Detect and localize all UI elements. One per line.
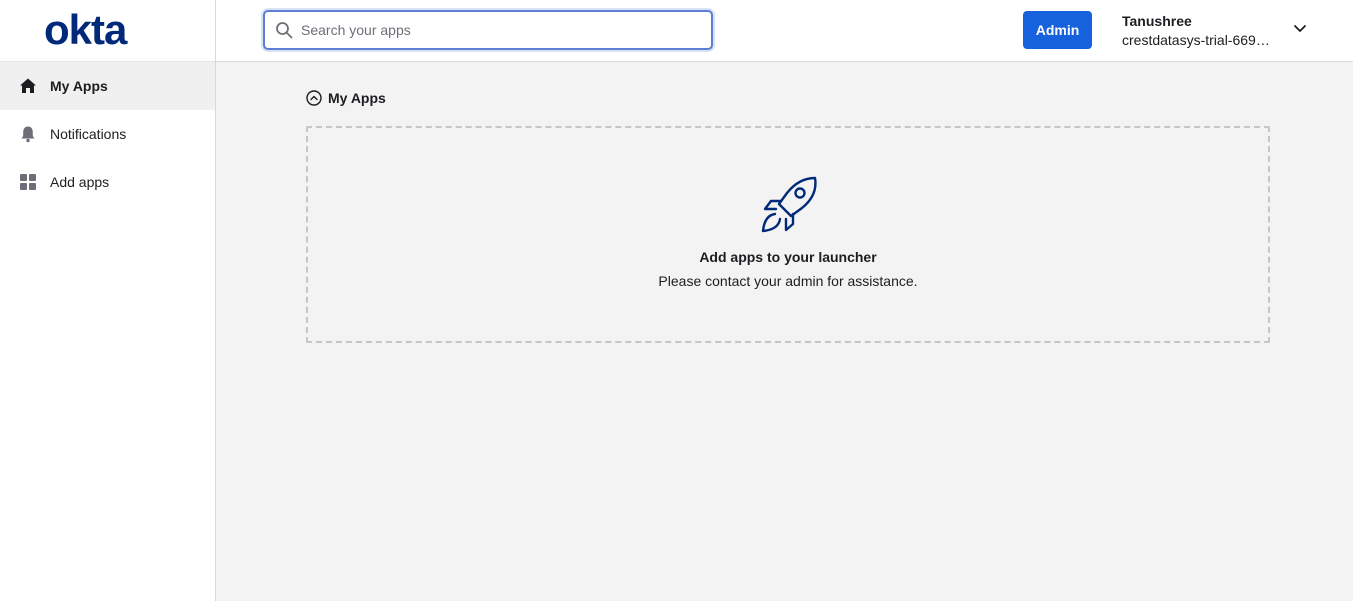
search-input[interactable]: [301, 22, 701, 38]
sidebar-item-label: Add apps: [50, 174, 110, 190]
logo-area: okta: [0, 0, 215, 62]
user-name: Tanushree: [1122, 13, 1192, 29]
chevron-down-icon[interactable]: [1292, 20, 1308, 36]
rocket-icon: [761, 176, 817, 233]
sidebar-item-label: Notifications: [50, 126, 127, 142]
chevron-up-circle-icon: [306, 90, 322, 106]
sidebar-item-my-apps[interactable]: My Apps: [0, 62, 215, 110]
sidebar-item-add-apps[interactable]: Add apps: [0, 158, 215, 206]
admin-button[interactable]: Admin: [1023, 11, 1092, 49]
top-header: Admin Tanushree crestdatasys-trial-669…: [216, 0, 1353, 62]
grid-icon: [19, 173, 37, 191]
sidebar-nav: My Apps Notifications Add apps: [0, 62, 215, 206]
search-icon: [276, 22, 293, 39]
sidebar-item-label: My Apps: [50, 78, 108, 94]
user-org: crestdatasys-trial-669…: [1122, 32, 1270, 48]
empty-state-subtitle: Please contact your admin for assistance…: [658, 273, 918, 289]
empty-state: Add apps to your launcher Please contact…: [306, 126, 1270, 343]
okta-logo[interactable]: okta: [44, 11, 166, 51]
bell-icon: [19, 125, 37, 143]
search-box[interactable]: [263, 10, 713, 50]
section-title: My Apps: [328, 90, 386, 106]
home-icon: [19, 77, 37, 95]
sidebar: okta My Apps Notifications Add apps: [0, 0, 216, 601]
user-menu[interactable]: Tanushree crestdatasys-trial-669…: [1122, 12, 1302, 50]
okta-logo-text: okta: [44, 11, 128, 51]
sidebar-item-notifications[interactable]: Notifications: [0, 110, 215, 158]
section-toggle-my-apps[interactable]: My Apps: [306, 90, 386, 106]
empty-state-title: Add apps to your launcher: [699, 249, 877, 265]
